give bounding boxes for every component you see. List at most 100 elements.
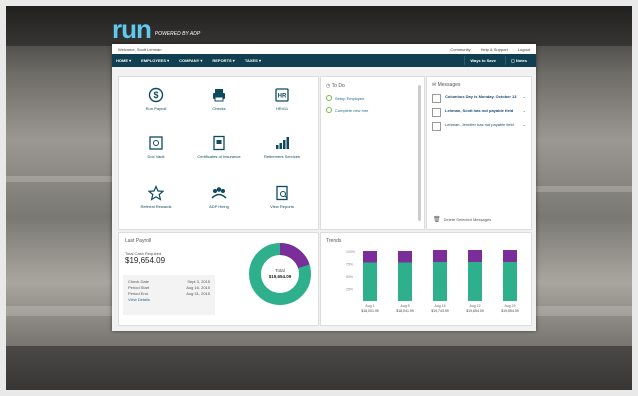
nav-company[interactable]: COMPANY ▾ [179, 58, 202, 63]
community-link[interactable]: Community [450, 47, 470, 52]
tile-label: View Reports [270, 204, 294, 209]
notes-label: Notes [515, 58, 527, 63]
payroll-donut: Total $19,654.09 [249, 243, 311, 305]
x-tick-label: Aug 1 [365, 304, 374, 308]
tile-label: Referral Rewards [140, 204, 172, 209]
tile-doc-vault[interactable]: Doc Vault [126, 135, 186, 159]
run-logo: run POWERED BY ADP [112, 16, 201, 42]
chevron-down-icon[interactable]: ⌄ [523, 122, 526, 131]
logo-tagline: POWERED BY ADP [154, 31, 201, 37]
welcome-text: Welcome, Scott Lehman [118, 46, 162, 52]
message-item[interactable]: Columbus Day is Monday, October 13 ⌄ [432, 94, 526, 103]
nav-employees[interactable]: EMPLOYEES ▾ [141, 58, 169, 63]
message-text: Columbus Day is Monday, October 13 [445, 94, 517, 99]
trends-title: Trends [326, 238, 342, 244]
x-tick-label: Aug 15 [434, 304, 445, 308]
x-tick-label: Aug 29 [504, 304, 515, 308]
dollar-circle-icon: $ [148, 87, 164, 103]
bar-net-pay [503, 262, 517, 301]
trends-chart: 100% 75% 50% 25% Aug 1$18,001.99 Aug 8$18,041… [346, 250, 519, 313]
tile-label: Retirement Services [263, 154, 300, 159]
tile-run-payroll[interactable]: $ Run Payroll [126, 87, 186, 111]
tile-label: ADP Hiring [209, 204, 229, 209]
status-dot-icon [326, 107, 332, 113]
amount-label: $19,654.09 [501, 309, 519, 313]
tile-view-reports[interactable]: View Reports [252, 185, 312, 209]
svg-text:$: $ [153, 90, 158, 100]
svg-text:HR: HR [278, 94, 287, 100]
delete-label: Delete Selected Messages [443, 217, 492, 222]
message-checkbox[interactable] [432, 122, 441, 131]
messages-panel: ✉ Messages Columbus Day is Monday, Octob… [426, 76, 532, 230]
view-details-link[interactable]: View Details [128, 297, 210, 303]
last-payroll-title: Last Payroll [125, 238, 152, 244]
main-nav: HOME ▾ EMPLOYEES ▾ COMPANY ▾ REPORTS ▾ T… [112, 54, 536, 67]
x-tick-label: Aug 8 [400, 304, 409, 308]
top-bar: Welcome, Scott Lehman Community Help & S… [112, 44, 536, 54]
chevron-down-icon[interactable]: ⌄ [523, 94, 526, 103]
quick-links-panel: $ Run Payroll Checks HR HR411 Doc Vault … [118, 76, 319, 230]
payroll-dates-box: Check Date Sept 3, 2015 Period Start Aug 1… [123, 275, 215, 315]
todo-item[interactable]: Setup Employee [326, 95, 419, 101]
tile-hr411[interactable]: HR HR411 [252, 87, 312, 111]
donut-label: Total [275, 268, 285, 273]
certificate-icon [213, 135, 225, 151]
y-tick-label: 25% [346, 288, 353, 292]
bar-net-pay [363, 262, 377, 301]
hr-icon: HR [275, 88, 289, 102]
y-tick-label: 100% [346, 250, 355, 254]
star-icon [148, 185, 164, 201]
message-text: Lehman, Scott has not payable field [445, 108, 514, 113]
bar-chart-icon [276, 137, 289, 149]
y-tick-label: 50% [346, 275, 353, 279]
todo-item[interactable]: Complete new hire [326, 107, 419, 113]
report-icon [276, 185, 288, 201]
bar-taxes [503, 250, 517, 262]
row-value: Aug 31, 2015 [186, 291, 210, 296]
bar-taxes [363, 251, 377, 263]
message-checkbox[interactable] [432, 108, 441, 117]
nav-reports[interactable]: REPORTS ▾ [212, 58, 234, 63]
bar-net-pay [433, 262, 447, 301]
delete-messages-button[interactable]: 🗑 Delete Selected Messages [433, 216, 491, 223]
app-window: Welcome, Scott Lehman Community Help & S… [112, 44, 536, 331]
amount-label: $18,001.99 [361, 309, 379, 313]
bar-taxes [433, 250, 447, 262]
amount-label: $19,743.99 [431, 309, 449, 313]
ways-to-save-button[interactable]: Ways to Save [464, 56, 501, 65]
printer-icon [213, 89, 225, 102]
bar-taxes [398, 251, 412, 263]
total-cash-value: $19,654.09 [125, 256, 166, 265]
y-tick-label: 75% [346, 263, 353, 267]
tile-label: Checks [212, 106, 226, 111]
nav-home[interactable]: HOME ▾ [116, 58, 131, 63]
tile-certificates[interactable]: Certificates of Insurance [189, 135, 249, 159]
amount-label: $18,041.99 [396, 309, 414, 313]
tile-referral[interactable]: Referral Rewards [126, 185, 186, 209]
trash-icon: 🗑 [433, 217, 441, 223]
message-checkbox[interactable] [432, 94, 441, 103]
trends-panel: Trends 100% 75% 50% 25% Aug 1 $18,001.99 Aug 8… [320, 232, 532, 326]
tile-adp-hiring[interactable]: ADP Hiring [189, 185, 249, 209]
tile-label: HR411 [275, 106, 289, 111]
help-support-link[interactable]: Help & Support [481, 47, 508, 52]
tile-checks[interactable]: Checks [189, 87, 249, 111]
message-item[interactable]: Lehman, Jennifer has not payable field ⌄ [432, 122, 526, 131]
bar-net-pay [398, 262, 412, 301]
bar-taxes [468, 250, 482, 262]
nav-taxes[interactable]: TAXES ▾ [245, 58, 261, 63]
tile-label: Certificates of Insurance [197, 154, 241, 159]
message-item[interactable]: Lehman, Scott has not payable field ⌄ [432, 108, 526, 117]
chevron-down-icon[interactable]: ⌄ [523, 108, 526, 117]
todo-scrollbar[interactable] [418, 85, 421, 221]
team-icon [211, 187, 227, 199]
logout-link[interactable]: Logout [518, 47, 530, 52]
x-tick-label: Aug 22 [469, 304, 480, 308]
tile-retirement[interactable]: Retirement Services [252, 135, 312, 159]
notes-button[interactable]: ▢ Notes [504, 56, 532, 65]
todo-text: Setup Employee [335, 95, 365, 101]
tile-label: Run Payroll [145, 106, 167, 111]
todo-title: To Do [331, 83, 345, 89]
status-dot-icon [326, 95, 332, 101]
tile-label: Doc Vault [147, 154, 165, 159]
